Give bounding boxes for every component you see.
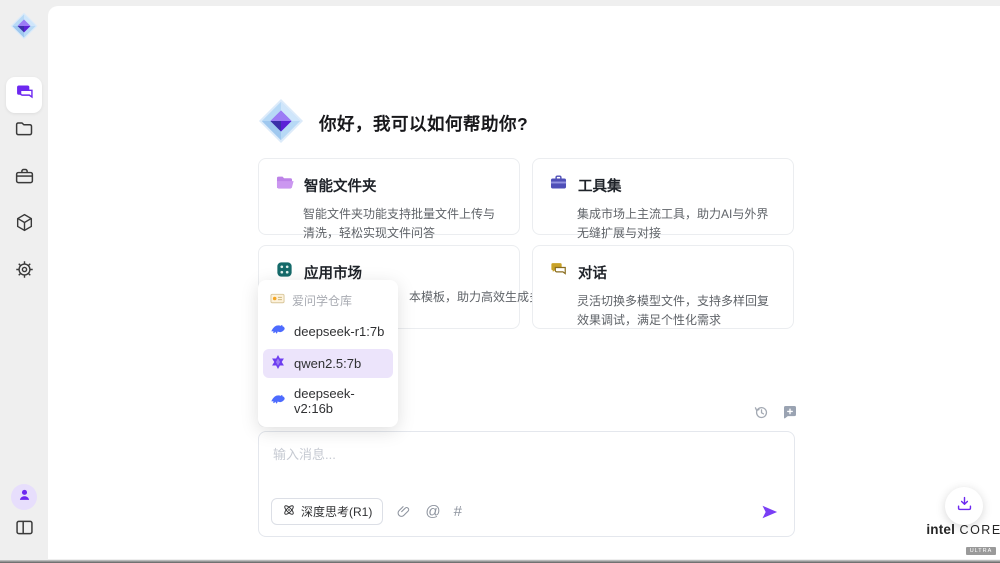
- atom-icon: [282, 503, 296, 520]
- qwen-star-icon: [270, 354, 286, 373]
- message-input[interactable]: [273, 444, 778, 492]
- sidebar-item-folders[interactable]: [13, 120, 35, 142]
- card-title: 智能文件夹: [304, 175, 377, 196]
- card-dialog[interactable]: 对话 灵活切换多模型文件，支持多样回复效果调试，满足个性化需求: [532, 245, 794, 329]
- panel-layout-icon: [14, 517, 35, 543]
- sidebar-item-toolbox[interactable]: [13, 168, 35, 190]
- chat-actions: [751, 402, 799, 421]
- sidebar: [0, 0, 48, 560]
- card-toolset[interactable]: 工具集 集成市场上主流工具，助力AI与外界无缝扩展与对接: [532, 158, 794, 235]
- intel-tier-badge: ULTRA: [966, 547, 997, 555]
- deepseek-whale-icon: [270, 322, 286, 341]
- send-button[interactable]: [760, 502, 780, 522]
- hash-button[interactable]: #: [454, 503, 462, 520]
- intel-core-logo: intel CORE ULTRA: [926, 521, 1000, 557]
- download-button[interactable]: [945, 487, 983, 525]
- attach-file-button[interactable]: [396, 504, 412, 520]
- sidebar-item-settings[interactable]: [13, 261, 35, 283]
- history-button[interactable]: [751, 402, 770, 421]
- sidebar-item-models[interactable]: [13, 214, 35, 236]
- deep-think-button[interactable]: 深度思考(R1): [271, 498, 383, 525]
- download-tray-icon: [955, 494, 974, 518]
- sidebar-item-collapse[interactable]: [13, 519, 35, 541]
- model-option-label: deepseek-v2:16b: [294, 386, 386, 416]
- sidebar-item-profile[interactable]: [11, 484, 37, 510]
- card-description: 智能文件夹功能支持批量文件上传与清洗，轻松实现文件问答: [275, 205, 503, 243]
- cube-icon: [14, 212, 35, 238]
- intel-product-text: CORE: [960, 523, 1000, 537]
- folder-icon: [14, 118, 35, 144]
- chat-bubbles-icon: [14, 82, 35, 108]
- card-smart-folder[interactable]: 智能文件夹 智能文件夹功能支持批量文件上传与清洗，轻松实现文件问答: [258, 158, 520, 235]
- card-description: 灵活切换多模型文件，支持多样回复效果调试，满足个性化需求: [549, 292, 777, 330]
- model-option-label: qwen2.5:7b: [294, 356, 361, 371]
- intel-brand-text: intel: [926, 522, 955, 537]
- composer-toolbar: 深度思考(R1) @ #: [271, 498, 780, 525]
- card-title: 工具集: [578, 175, 622, 196]
- user-avatar-icon: [16, 486, 33, 508]
- deep-think-label: 深度思考(R1): [301, 503, 372, 520]
- repository-label: 爱问学仓库: [292, 292, 352, 309]
- new-chat-button[interactable]: [780, 402, 799, 421]
- model-dropdown: 爱问学仓库 deepseek-r1:7b qwen2.5:7b: [258, 280, 398, 427]
- sidebar-item-chat[interactable]: [6, 77, 42, 113]
- repository-card-icon: [270, 291, 285, 309]
- briefcase-icon: [14, 166, 35, 192]
- model-dropdown-header: 爱问学仓库: [263, 286, 393, 314]
- card-description-visible: 本模板，助力高效生成多: [409, 288, 541, 305]
- model-option-deepseek-r1[interactable]: deepseek-r1:7b: [263, 317, 393, 346]
- deepseek-whale-icon: [270, 392, 286, 411]
- gear-icon: [14, 259, 35, 285]
- model-option-qwen[interactable]: qwen2.5:7b: [263, 349, 393, 378]
- model-option-label: deepseek-r1:7b: [294, 324, 384, 339]
- gem-logo-icon: [258, 98, 304, 149]
- app-window: 你好，我可以如何帮助你? 智能文件夹 智能文件夹功能支持批量文件上传与清洗，轻松…: [0, 0, 1000, 563]
- greeting: 你好，我可以如何帮助你?: [258, 98, 528, 148]
- smart-folder-icon: [275, 173, 294, 197]
- model-option-deepseek-v2[interactable]: deepseek-v2:16b: [263, 381, 393, 421]
- card-title: 对话: [578, 262, 607, 283]
- toolset-briefcase-icon: [549, 173, 568, 197]
- dialog-bubbles-icon: [549, 260, 568, 284]
- mention-button[interactable]: @: [425, 503, 440, 520]
- composer: 深度思考(R1) @ #: [258, 431, 795, 537]
- card-description: 集成市场上主流工具，助力AI与外界无缝扩展与对接: [549, 205, 777, 243]
- greeting-title: 你好，我可以如何帮助你?: [319, 111, 528, 136]
- gem-logo-icon[interactable]: [10, 12, 38, 40]
